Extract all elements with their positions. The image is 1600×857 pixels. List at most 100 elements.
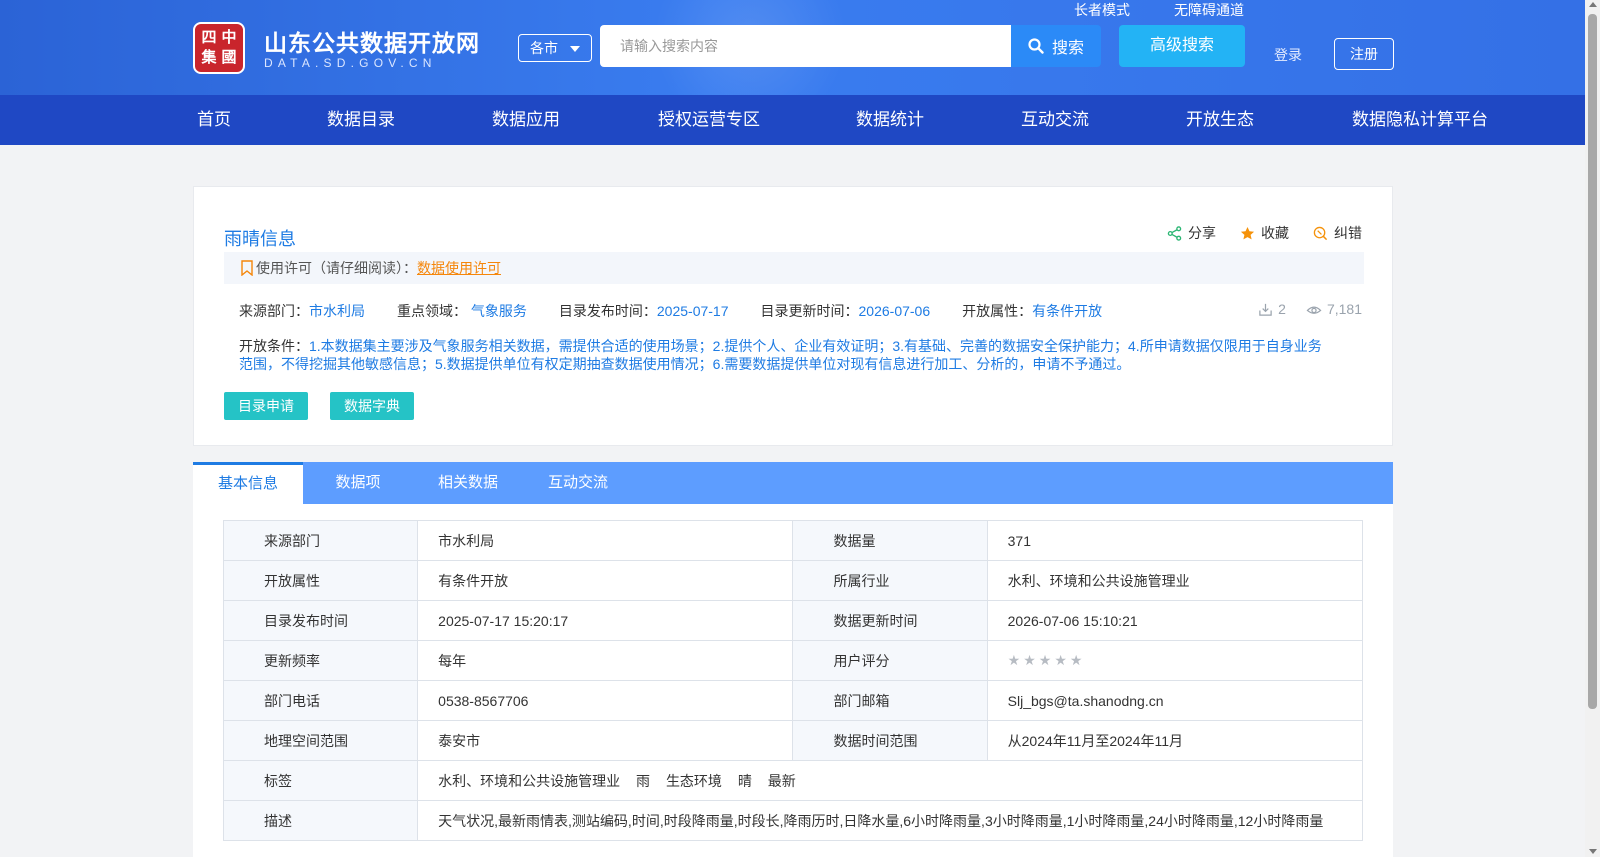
tag[interactable]: 晴 [738,773,752,789]
seal-char: 集 [201,49,217,66]
meta-source-label: 来源部门： [239,303,309,319]
detail-tabs: 基本信息 数据项 相关数据 互动交流 [193,462,1393,504]
meta-source: 来源部门：市水利局 [239,301,365,321]
star-icon[interactable]: ★ [1023,652,1036,669]
tag[interactable]: 水利、环境和公共设施管理业 [438,773,620,789]
table-key: 来源部门 [222,520,419,561]
table-row: 来源部门 市水利局 数据量 371 [222,520,1364,561]
search-input[interactable] [600,25,1011,67]
nav-item-ecosystem[interactable]: 开放生态 [1186,95,1254,145]
table-key: 数据量 [792,520,988,561]
data-dictionary-button[interactable]: 数据字典 [330,392,414,420]
accessibility-link[interactable]: 无障碍通道 [1174,0,1244,20]
caret-down-icon [570,46,580,52]
error-report-icon [1313,226,1328,240]
nav-item-statistics[interactable]: 数据统计 [856,95,924,145]
tag[interactable]: 雨 [636,773,650,789]
star-icon [1240,226,1255,239]
star-icon[interactable]: ★ [1039,652,1052,669]
seal-char: 中 [221,29,237,46]
meta-source-value[interactable]: 市水利局 [309,303,365,319]
table-value: ★ ★ ★ ★ ★ [986,640,1364,681]
page-scrollbar[interactable] [1585,0,1600,857]
share-icon [1167,225,1182,241]
license-label: 使用许可（请仔细阅读）： [256,260,417,276]
download-count: 2 [1258,301,1286,317]
main-nav: 首页 数据目录 数据应用 授权运营专区 数据统计 互动交流 开放生态 数据隐私计… [0,95,1585,145]
logo-seal-icon[interactable]: 四 中 集 國 [193,22,245,74]
user-rating[interactable]: ★ ★ ★ ★ ★ [1008,652,1083,669]
share-button[interactable]: 分享 [1167,223,1216,243]
seal-char: 四 [201,29,217,46]
license-bar: 使用许可（请仔细阅读）： 数据使用许可 [224,252,1364,284]
scrollbar-thumb[interactable] [1588,14,1597,709]
table-value: Slj_bgs@ta.shanodng.cn [986,680,1364,721]
table-key: 部门邮箱 [792,680,988,721]
meta-publish-label: 目录发布时间： [558,303,657,319]
tab-interaction[interactable]: 互动交流 [523,462,633,504]
table-value: 0538-8567706 [417,680,794,721]
table-value: 市水利局 [417,520,794,561]
dataset-card: 雨晴信息 分享 收藏 纠错 使用许可（请仔细阅读）： 数据使用许可 来源部门：市… [193,186,1393,446]
nav-item-apps[interactable]: 数据应用 [492,95,560,145]
tag[interactable]: 生态环境 [666,773,722,789]
meta-domain-value[interactable]: 气象服务 [471,303,527,319]
license-link[interactable]: 数据使用许可 [417,252,501,284]
table-row: 开放属性 有条件开放 所属行业 水利、环境和公共设施管理业 [222,560,1364,601]
register-button[interactable]: 注册 [1334,38,1394,70]
table-key: 开放属性 [222,560,419,601]
table-row: 目录发布时间 2025-07-17 15:20:17 数据更新时间 2026-0… [222,600,1364,641]
table-key: 标签 [222,760,419,801]
star-icon[interactable]: ★ [1008,652,1021,669]
nav-item-catalog[interactable]: 数据目录 [327,95,395,145]
table-key: 更新频率 [222,640,419,681]
favorite-button[interactable]: 收藏 [1240,223,1289,243]
meta-update: 目录更新时间：2026-07-06 [761,301,931,321]
star-icon[interactable]: ★ [1070,652,1083,669]
table-value: 每年 [417,640,794,681]
correct-button[interactable]: 纠错 [1313,223,1362,243]
nav-item-interaction[interactable]: 互动交流 [1021,95,1089,145]
scroll-up-icon[interactable] [1589,2,1597,7]
nav-item-home[interactable]: 首页 [197,95,231,145]
elder-mode-link[interactable]: 长者模式 [1074,0,1130,20]
dataset-meta: 来源部门：市水利局 重点领域： 气象服务 目录发布时间：2025-07-17 目… [239,301,1134,321]
site-subtitle: DATA.SD.GOV.CN [264,56,437,70]
view-count: 7,181 [1306,301,1362,317]
star-icon[interactable]: ★ [1054,652,1067,669]
favorite-label: 收藏 [1261,225,1289,241]
meta-update-value: 2026-07-06 [858,303,931,319]
meta-open-label: 开放属性： [962,303,1033,319]
region-select[interactable]: 各市 [518,34,592,62]
table-key: 用户评分 [792,640,988,681]
table-row: 描述 天气状况,最新雨情表,测站编码,时间,时段降雨量,时段长,降雨历时,日降水… [222,800,1363,841]
meta-open-value: 有条件开放 [1032,303,1103,319]
table-key: 描述 [222,800,419,841]
table-key: 数据更新时间 [792,600,988,641]
catalog-apply-button[interactable]: 目录申请 [224,392,308,420]
meta-update-label: 目录更新时间： [760,303,859,319]
nav-item-privacy-computing[interactable]: 数据隐私计算平台 [1352,95,1488,145]
site-title[interactable]: 山东公共数据开放网 [264,24,480,58]
bookmark-icon [241,260,253,276]
table-value: 天气状况,最新雨情表,测站编码,时间,时段降雨量,时段长,降雨历时,日降水量,6… [417,800,1363,841]
table-row: 标签 水利、环境和公共设施管理业 雨 生态环境 晴 最新 [222,760,1363,801]
basic-info-table: 来源部门 市水利局 数据量 371 开放属性 有条件开放 所属行业 水利、环境和… [222,520,1364,841]
search-button[interactable]: 搜索 [1011,25,1101,67]
meta-open: 开放属性：有条件开放 [962,301,1102,321]
scroll-down-icon[interactable] [1589,849,1597,854]
seal-char: 國 [221,49,237,66]
advanced-search-button[interactable]: 高级搜索 [1119,25,1245,67]
tab-basic-info[interactable]: 基本信息 [193,462,303,504]
tab-data-items[interactable]: 数据项 [303,462,413,504]
table-row: 部门电话 0538-8567706 部门邮箱 Slj_bgs@ta.shanod… [222,680,1364,721]
tab-related-data[interactable]: 相关数据 [413,462,523,504]
tag[interactable]: 最新 [768,773,796,789]
table-value: 水利、环境和公共设施管理业 [986,560,1364,601]
table-key: 地理空间范围 [222,720,419,761]
dataset-title: 雨晴信息 [224,229,296,249]
nav-item-authorized-ops[interactable]: 授权运营专区 [658,95,760,145]
conditions-text: 1.本数据集主要涉及气象服务相关数据，需提供合适的使用场景；2.提供个人、企业有… [239,338,1322,372]
login-link[interactable]: 登录 [1274,45,1302,65]
table-value: 从2024年11月至2024年11月 [986,720,1364,761]
